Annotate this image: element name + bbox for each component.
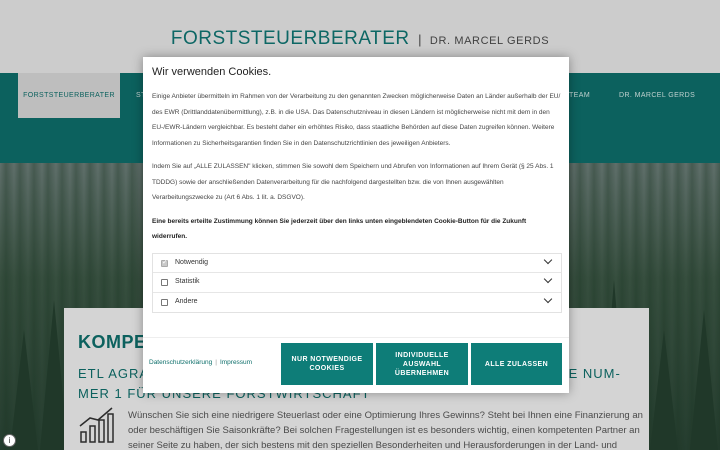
cookie-text-revoke: Eine bereits erteilte Zustimmung können …: [152, 217, 527, 241]
individual-selection-button[interactable]: INDIVIDUELLE AUSWAHL ÜBERNEHMEN: [376, 343, 468, 385]
statistics-checkbox[interactable]: [161, 279, 168, 286]
cookie-text-consent: Indem Sie auf „ALLE ZULASSEN" klicken, s…: [152, 163, 554, 201]
cookie-dialog-title: Wir verwenden Cookies.: [152, 66, 272, 78]
cookie-category-list: Notwendig Statistik Andere: [152, 252, 562, 313]
other-checkbox[interactable]: [161, 298, 168, 306]
chevron-down-icon[interactable]: [543, 255, 553, 264]
cookie-dialog-footer: Datenschutzerklärung | Impressum NUR NOTWE…: [143, 337, 569, 393]
other-label: Andere: [175, 297, 198, 305]
chevron-down-icon[interactable]: [543, 294, 553, 303]
cookie-dialog-body: Einige Anbieter übermitteln im Rahmen vo…: [152, 89, 562, 347]
privacy-policy-link[interactable]: Datenschutzerklärung: [149, 359, 212, 366]
necessary-label: Notwendig: [175, 258, 209, 266]
cookie-settings-button[interactable]: i: [3, 434, 16, 447]
info-icon: i: [8, 436, 11, 445]
cookie-category-necessary[interactable]: Notwendig: [153, 254, 561, 273]
footer-links: Datenschutzerklärung | Impressum: [149, 359, 252, 366]
link-separator: |: [215, 359, 217, 366]
cookie-category-other[interactable]: Andere: [153, 293, 561, 313]
chevron-down-icon[interactable]: [543, 274, 553, 284]
accept-all-button[interactable]: ALLE ZULASSEN: [471, 343, 562, 385]
cookie-text-third-country: Einige Anbieter übermitteln im Rahmen vo…: [152, 93, 561, 147]
imprint-link[interactable]: Impressum: [220, 359, 252, 366]
statistics-label: Statistik: [175, 278, 200, 285]
cookie-consent-dialog: Wir verwenden Cookies. Einige Anbieter ü…: [143, 57, 569, 393]
necessary-cookies-button[interactable]: NUR NOTWENDIGE COOKIES: [281, 343, 373, 385]
cookie-category-statistics[interactable]: Statistik: [153, 273, 561, 293]
necessary-checkbox: [161, 258, 168, 267]
